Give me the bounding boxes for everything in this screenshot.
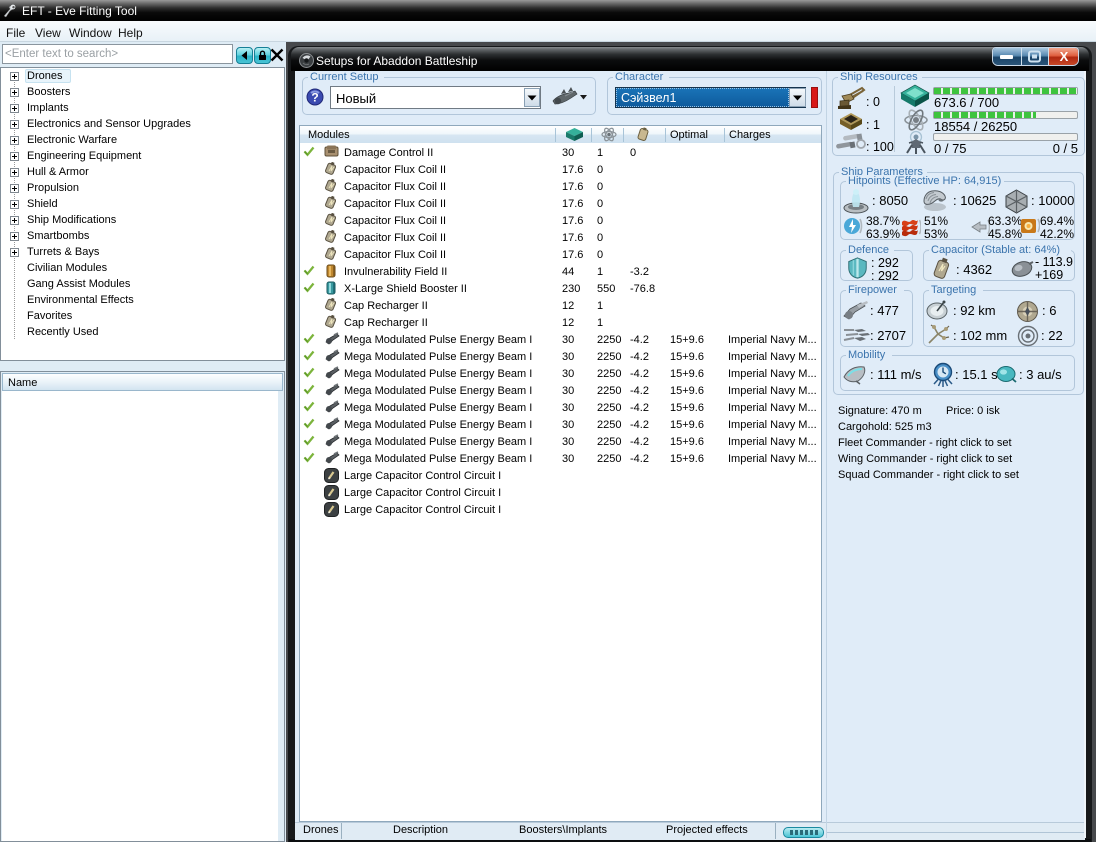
svg-text:?: ? xyxy=(311,91,318,105)
